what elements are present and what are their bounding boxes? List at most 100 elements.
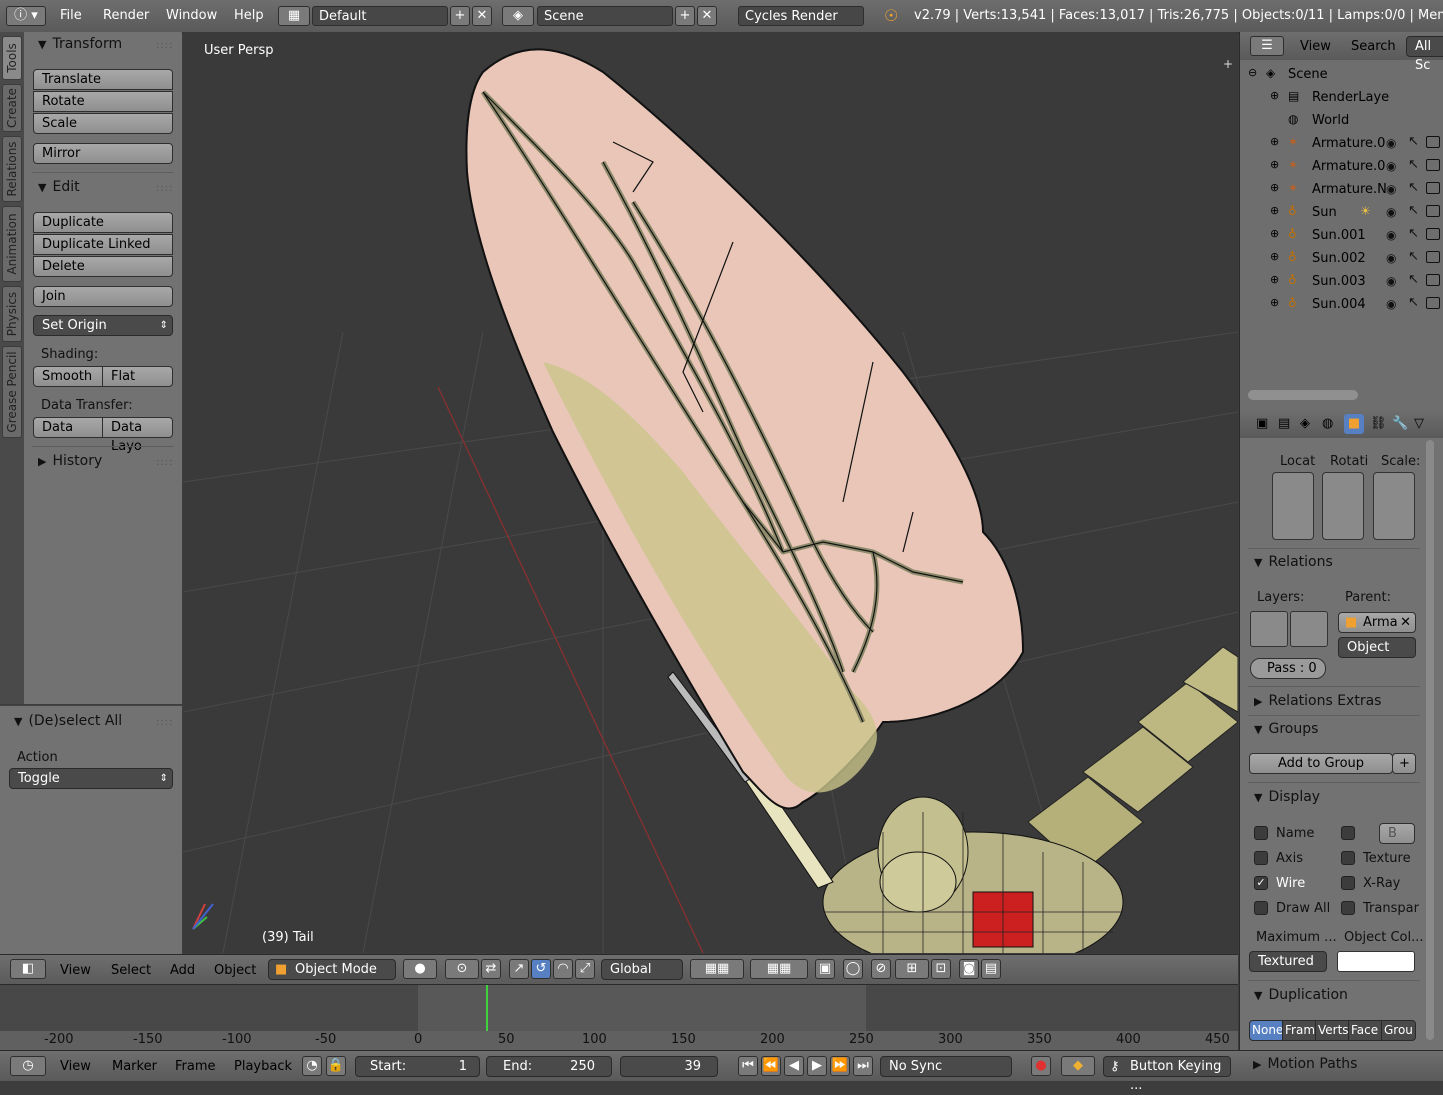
groups-panel-header[interactable]: ▼ Groups	[1254, 721, 1318, 737]
selectable-cursor-icon[interactable]: ↖	[1408, 226, 1419, 241]
timeline-menu-marker[interactable]: Marker	[112, 1059, 157, 1074]
tab-grease-pencil[interactable]: Grease Pencil	[2, 346, 22, 438]
snap-target-icon[interactable]: ⊡	[931, 959, 951, 979]
expand-icon[interactable]: ⊕	[1270, 181, 1279, 194]
menu-window[interactable]: Window	[166, 8, 217, 23]
3d-viewport[interactable]: User Persp (39) Tail +	[183, 32, 1238, 953]
pass-index-field[interactable]: Pass : 0	[1250, 658, 1326, 679]
outliner-row-scene[interactable]: ⊖ ◈ Scene	[1240, 63, 1443, 86]
visibility-eye-icon[interactable]: ◉	[1386, 228, 1396, 242]
data-tab-icon[interactable]: ▽	[1414, 416, 1424, 431]
expand-icon[interactable]: ⊕	[1270, 158, 1279, 171]
selectable-cursor-icon[interactable]: ↖	[1408, 295, 1419, 310]
axis-checkbox[interactable]	[1254, 851, 1268, 865]
scene-tab-icon[interactable]: ◈	[1300, 416, 1310, 431]
render-layers-tab-icon[interactable]: ▤	[1278, 416, 1290, 431]
current-frame-field[interactable]: 39	[620, 1056, 718, 1077]
sync-mode-select[interactable]: No Sync	[880, 1056, 1012, 1077]
layers-grid-b[interactable]	[1290, 611, 1328, 647]
add-group-plus-icon[interactable]: +	[1392, 753, 1416, 774]
history-panel-header[interactable]: ▶ History	[38, 453, 102, 469]
layout-selector-icon[interactable]: ▦	[278, 6, 310, 26]
expand-icon[interactable]: ⊕	[1270, 204, 1279, 217]
parent-type-select[interactable]: Object	[1338, 637, 1416, 658]
timeline-editor-type-icon[interactable]: ◷	[10, 1056, 46, 1076]
visibility-eye-icon[interactable]: ◉	[1386, 274, 1396, 288]
selectable-cursor-icon[interactable]: ↖	[1408, 157, 1419, 172]
outliner-row-sun[interactable]: ⊕ ♁ Sun.004 ◉ ↖	[1240, 293, 1443, 316]
properties-scrollbar[interactable]	[1426, 440, 1434, 1040]
mirror-button[interactable]: Mirror	[33, 143, 173, 164]
lock-scale-toggles[interactable]	[1373, 472, 1415, 540]
wire-checkbox-checked[interactable]: ✓	[1254, 876, 1268, 890]
widget-toggle-icon[interactable]: ⇄	[481, 959, 501, 979]
expand-icon[interactable]: ⊕	[1270, 250, 1279, 263]
renderable-camera-icon[interactable]	[1426, 274, 1440, 286]
transparency-checkbox[interactable]	[1341, 901, 1355, 915]
display-panel-header[interactable]: ▼ Display	[1254, 789, 1320, 805]
renderable-camera-icon[interactable]	[1426, 205, 1440, 217]
outliner-row-sun[interactable]: ⊕ ♁ Sun.003 ◉ ↖	[1240, 270, 1443, 293]
layers-grid-a[interactable]	[1250, 611, 1288, 647]
selectable-cursor-icon[interactable]: ↖	[1408, 249, 1419, 264]
render-engine-select[interactable]: Cycles Render	[738, 6, 864, 26]
menu-add[interactable]: Add	[170, 963, 195, 978]
viewport-shading-icon[interactable]: ●	[403, 959, 437, 979]
outliner-row-sun[interactable]: ⊕ ♁ Sun.002 ◉ ↖	[1240, 247, 1443, 270]
jump-keyframe-back-icon[interactable]: ⏪	[761, 1056, 781, 1076]
max-draw-type-select[interactable]: Textured	[1249, 951, 1327, 972]
expand-icon[interactable]: ⊕	[1270, 273, 1279, 286]
dup-tab-none[interactable]: None	[1249, 1020, 1283, 1041]
play-reverse-icon[interactable]: ◀	[784, 1056, 804, 1076]
scene-selector-icon[interactable]: ◈	[502, 6, 534, 26]
pivot-point-icon[interactable]: ⊙	[445, 959, 479, 979]
timeline-menu-playback[interactable]: Playback	[234, 1059, 292, 1074]
renderable-camera-icon[interactable]	[1426, 297, 1440, 309]
motion-paths-panel-header[interactable]: ▶ Motion Paths	[1253, 1056, 1357, 1072]
tab-relations[interactable]: Relations	[2, 136, 22, 202]
world-tab-icon[interactable]: ◍	[1322, 416, 1333, 431]
jump-start-icon[interactable]: ⏮	[738, 1056, 758, 1076]
menu-file[interactable]: File	[60, 8, 82, 23]
keying-type-select[interactable]: ⚷ Button Keying ...	[1103, 1056, 1231, 1093]
data-layout-button[interactable]: Data Layo	[102, 417, 173, 454]
translate-button[interactable]: Translate	[33, 69, 173, 90]
timeline-editor[interactable]: -200 -150 -100 -50 0 50 100 150 200 250 …	[0, 984, 1238, 1051]
add-layout-icon[interactable]: +	[450, 6, 470, 26]
arc-icon[interactable]: ◠	[553, 959, 573, 979]
visibility-eye-icon[interactable]: ◉	[1386, 182, 1396, 196]
outliner-row-world[interactable]: ◍ World	[1240, 109, 1443, 132]
jump-keyframe-forward-icon[interactable]: ⏩	[830, 1056, 850, 1076]
opengl-render-icon[interactable]: ◙	[959, 959, 979, 979]
outliner-menu-view[interactable]: View	[1300, 39, 1331, 54]
menu-object[interactable]: Object	[214, 963, 256, 978]
preview-range-icon[interactable]: ◔	[302, 1056, 322, 1076]
lock-layers-icon[interactable]: ▣	[815, 959, 835, 979]
keying-set-icon[interactable]: ◆	[1061, 1056, 1095, 1076]
timeline-menu-view[interactable]: View	[60, 1059, 91, 1074]
data-transfer-button[interactable]: Data	[33, 417, 103, 438]
lock-location-toggles[interactable]	[1272, 472, 1314, 540]
duplication-panel-header[interactable]: ▼ Duplication	[1254, 987, 1348, 1003]
selectable-cursor-icon[interactable]: ↖	[1408, 134, 1419, 149]
transform-panel-header[interactable]: ▼ Transform	[38, 36, 122, 52]
menu-render[interactable]: Render	[103, 8, 149, 23]
drag-handle-icon[interactable]: ::::	[156, 457, 173, 468]
parent-field[interactable]: ■ Arma ✕	[1338, 612, 1416, 633]
texture-space-checkbox[interactable]	[1341, 851, 1355, 865]
outliner-row-sun[interactable]: ⊕ ♁ Sun ☀ ◉ ↖	[1240, 201, 1443, 224]
add-to-group-button[interactable]: Add to Group	[1249, 753, 1393, 774]
relations-panel-header[interactable]: ▼ Relations	[1254, 554, 1333, 570]
join-button[interactable]: Join	[33, 286, 173, 307]
visibility-eye-icon[interactable]: ◉	[1386, 251, 1396, 265]
outliner-menu-search[interactable]: Search	[1351, 39, 1396, 54]
remove-layout-icon[interactable]: ✕	[472, 6, 492, 26]
timeline-scrollbar[interactable]	[0, 1031, 1238, 1051]
name-checkbox[interactable]	[1254, 826, 1268, 840]
current-frame-indicator[interactable]	[486, 985, 488, 1031]
lock-icon[interactable]: 🔒	[326, 1056, 346, 1076]
renderable-camera-icon[interactable]	[1426, 228, 1440, 240]
orientation-select[interactable]: Global	[601, 959, 683, 980]
edit-panel-header[interactable]: ▼ Edit	[38, 179, 80, 195]
bounds-checkbox[interactable]	[1341, 826, 1355, 840]
